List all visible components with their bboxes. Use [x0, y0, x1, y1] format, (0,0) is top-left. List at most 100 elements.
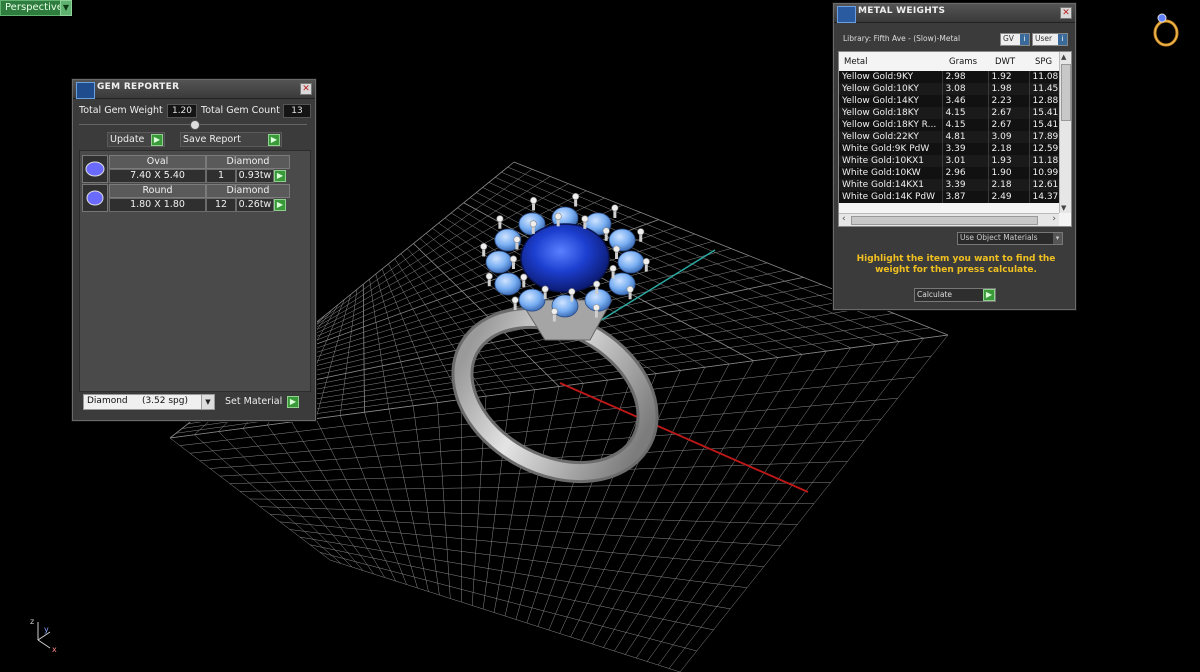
metal-weights-close-icon[interactable]: ✕ [1060, 7, 1072, 19]
oval-gem-icon [82, 155, 108, 183]
metal-name-cell: Yellow Gold:14KY [839, 95, 943, 107]
update-button[interactable]: Update ▶ [107, 132, 165, 147]
dwt-cell: 1.93 [988, 155, 1030, 167]
gem-shape: Oval [109, 155, 206, 169]
col-header-spg[interactable]: SPG [1035, 57, 1052, 67]
grams-cell: 3.87 [942, 191, 989, 203]
metal-weights-panel: METAL WEIGHTS ✕ Library: Fifth Ave - (Sl… [833, 3, 1076, 310]
metal-row[interactable]: Yellow Gold:22KY 4.81 3.09 17.89 [839, 131, 1059, 143]
metal-table-body: Yellow Gold:9KY 2.98 1.92 11.08 Yellow Gold:… [839, 71, 1059, 213]
horizontal-scrollbar[interactable]: ‹ › [839, 213, 1059, 226]
viewport-label[interactable]: Perspective [0, 0, 68, 16]
save-report-button-label: Save Report [183, 134, 241, 145]
total-gem-weight-label: Total Gem Weight [79, 105, 163, 116]
metal-name-cell: White Gold:10KX1 [839, 155, 943, 167]
user-toggle[interactable]: User i [1032, 33, 1068, 46]
calculate-button[interactable]: Calculate ▶ [914, 288, 996, 302]
chevron-down-icon[interactable]: ▾ [1053, 233, 1062, 244]
round-gem-icon [82, 184, 108, 212]
use-object-materials-select[interactable]: Use Object Materials ▾ [957, 232, 1063, 245]
metal-name-cell: Yellow Gold:18KY R... [839, 119, 943, 131]
dwt-cell: 1.90 [988, 167, 1030, 179]
axis-y-label: y [44, 625, 49, 634]
gem-reporter-close-icon[interactable]: ✕ [300, 83, 312, 95]
metal-row[interactable]: White Gold:9K PdW 3.39 2.18 12.59 [839, 143, 1059, 155]
ring-toolbar-icon[interactable] [1153, 13, 1179, 47]
save-report-button[interactable]: Save Report ▶ [180, 132, 282, 147]
metal-name-cell: White Gold:14K PdW [839, 191, 943, 203]
vertical-scrollbar[interactable]: ▲ ▼ [1059, 52, 1071, 213]
dwt-cell: 2.67 [988, 119, 1030, 131]
gem-row[interactable]: Round Diamond 1.80 X 1.80 12 0.26tw ▶ [82, 184, 306, 212]
grams-cell: 3.01 [942, 155, 989, 167]
spg-cell: 10.99 [1029, 167, 1059, 179]
metal-row[interactable]: White Gold:14KX1 3.39 2.18 12.61 [839, 179, 1059, 191]
gem-count: 1 [206, 169, 236, 183]
metal-weights-titlebar[interactable]: METAL WEIGHTS ✕ [834, 4, 1075, 23]
metal-row[interactable]: Yellow Gold:18KY R... 4.15 2.67 15.41 [839, 119, 1059, 131]
set-material-button[interactable]: Set Material ▶ [223, 395, 301, 408]
chevron-down-icon[interactable]: ▼ [201, 395, 214, 409]
metal-name-cell: White Gold:10KW [839, 167, 943, 179]
metal-name-cell: Yellow Gold:9KY [839, 71, 943, 83]
gem-row[interactable]: Oval Diamond 7.40 X 5.40 1 0.93tw ▶ [82, 155, 306, 183]
metal-row[interactable]: Yellow Gold:14KY 3.46 2.23 12.88 [839, 95, 1059, 107]
scroll-left-icon[interactable]: ‹ [842, 214, 846, 224]
gem-list: Oval Diamond 7.40 X 5.40 1 0.93tw ▶ Roun… [79, 150, 311, 392]
total-gem-count-value: 13 [283, 104, 311, 118]
viewport-menu-arrow-icon[interactable]: ▼ [60, 0, 72, 16]
metal-table: Metal Grams DWT SPG Yellow Gold:9KY 2.98 1… [838, 51, 1072, 227]
dwt-cell: 2.67 [988, 107, 1030, 119]
spg-cell: 12.61 [1029, 179, 1059, 191]
gv-info-icon: i [1020, 34, 1029, 45]
scroll-right-icon[interactable]: › [1052, 214, 1056, 224]
axis-gizmo: z y x [30, 617, 57, 654]
material-select[interactable]: Diamond (3.52 spg) ▼ [83, 394, 215, 410]
metal-row[interactable]: White Gold:10KW 2.96 1.90 10.99 [839, 167, 1059, 179]
spg-cell: 17.89 [1029, 131, 1059, 143]
scroll-down-icon[interactable]: ▼ [1061, 204, 1066, 212]
metal-row[interactable]: Yellow Gold:10KY 3.08 1.98 11.45 [839, 83, 1059, 95]
dwt-cell: 2.49 [988, 191, 1030, 203]
grams-cell: 2.96 [942, 167, 989, 179]
grams-cell: 3.39 [942, 179, 989, 191]
use-object-materials-label: Use Object Materials [960, 233, 1038, 242]
metal-row[interactable]: Yellow Gold:9KY 2.98 1.92 11.08 [839, 71, 1059, 83]
library-label: Library: Fifth Ave - (Slow)-Metal [843, 34, 961, 43]
axis-z-label: z [30, 617, 34, 626]
spg-cell: 11.45 [1029, 83, 1059, 95]
gem-shape: Round [109, 184, 206, 198]
scrollbar-thumb[interactable] [1061, 64, 1071, 121]
metal-row[interactable]: White Gold:14K PdW 3.87 2.49 14.37 [839, 191, 1059, 203]
grams-cell: 3.46 [942, 95, 989, 107]
grams-cell: 4.15 [942, 107, 989, 119]
gem-reporter-titlebar[interactable]: GEM REPORTER ✕ [73, 80, 315, 99]
metal-name-cell: White Gold:14KX1 [839, 179, 943, 191]
total-gem-count-label: Total Gem Count [201, 105, 280, 116]
h-scrollbar-thumb[interactable] [851, 216, 1038, 225]
dwt-cell: 1.98 [988, 83, 1030, 95]
update-button-label: Update [110, 134, 145, 145]
metal-row[interactable]: Yellow Gold:18KY 4.15 2.67 15.41 [839, 107, 1059, 119]
col-header-dwt[interactable]: DWT [995, 57, 1015, 67]
dwt-cell: 2.18 [988, 143, 1030, 155]
scroll-up-icon[interactable]: ▲ [1061, 53, 1066, 61]
col-header-grams[interactable]: Grams [949, 57, 977, 67]
metal-name-cell: Yellow Gold:18KY [839, 107, 943, 119]
metal-rows: Yellow Gold:9KY 2.98 1.92 11.08 Yellow Gold:… [839, 71, 1059, 203]
material-select-value: Diamond (3.52 spg) [87, 396, 188, 406]
grams-cell: 4.15 [942, 119, 989, 131]
gem-row-play-icon[interactable]: ▶ [274, 199, 286, 211]
grams-cell: 3.08 [942, 83, 989, 95]
spg-cell: 11.18 [1029, 155, 1059, 167]
total-gem-weight-value: 1.20 [167, 104, 197, 118]
gem-material: Diamond [206, 155, 290, 169]
metal-row[interactable]: White Gold:10KX1 3.01 1.93 11.18 [839, 155, 1059, 167]
grams-cell: 2.98 [942, 71, 989, 83]
gem-row-play-icon[interactable]: ▶ [274, 170, 286, 182]
collapse-handle-icon[interactable] [190, 120, 200, 130]
metal-weights-logo-icon [837, 6, 856, 23]
gv-toggle[interactable]: GV i [1000, 33, 1030, 46]
col-header-metal[interactable]: Metal [844, 57, 867, 67]
dwt-cell: 3.09 [988, 131, 1030, 143]
